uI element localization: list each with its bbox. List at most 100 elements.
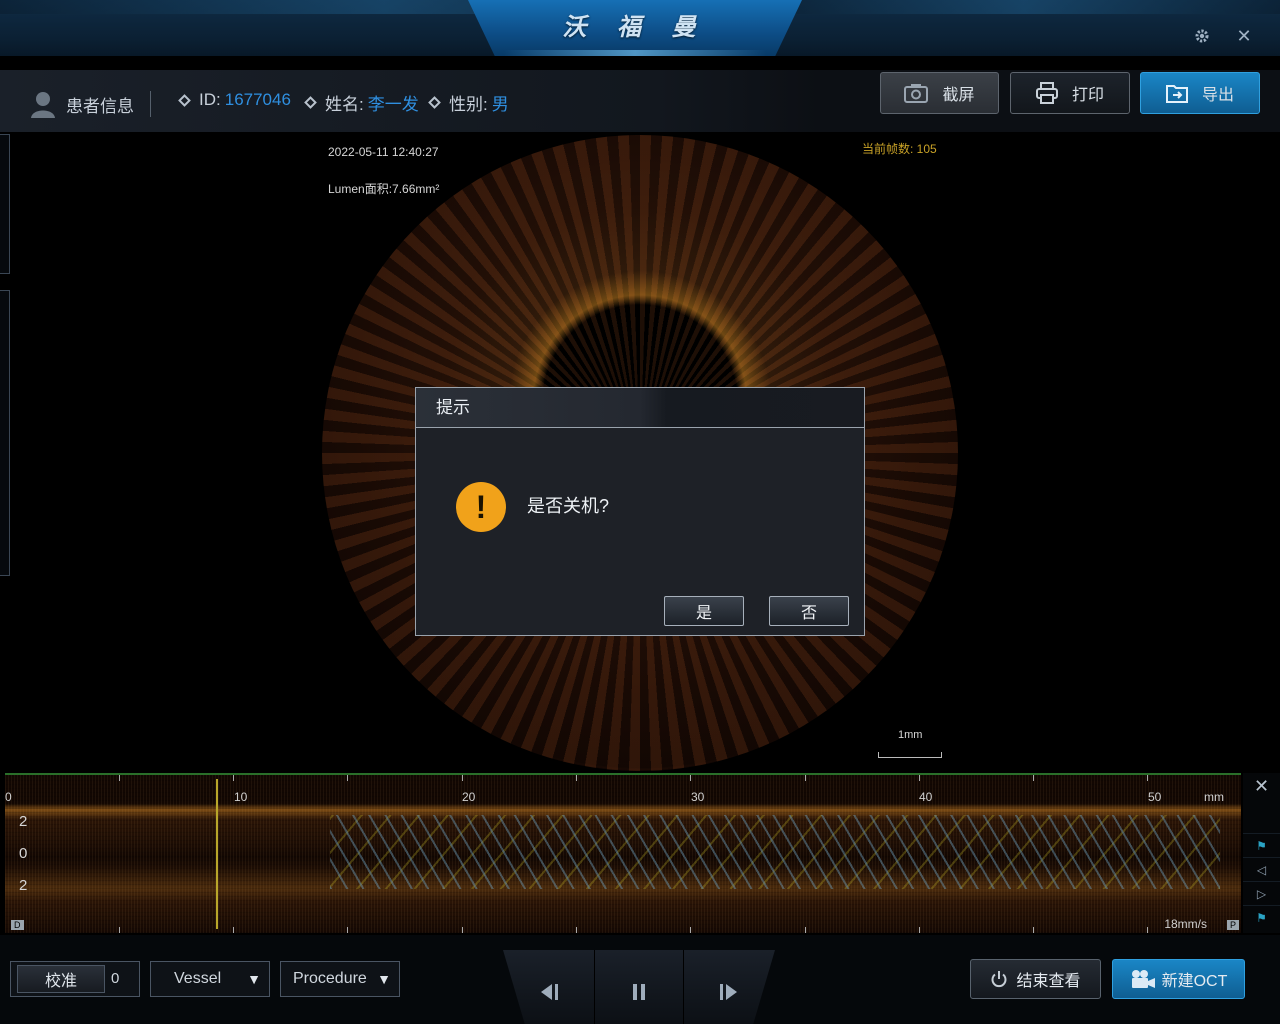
video-camera-icon [1131, 970, 1155, 988]
calibrate-value[interactable]: 0 [111, 970, 119, 987]
x-tick-label: 0 [5, 790, 12, 804]
x-tick-label: 30 [691, 790, 705, 804]
left-panel-tab[interactable] [0, 134, 10, 274]
longitudinal-side-toolbar: ✕ ⚑ ◁ ▷ ⚑ [1243, 773, 1280, 933]
user-icon [31, 92, 55, 118]
vessel-dropdown[interactable]: Vessel ▼ [150, 961, 270, 997]
power-icon [991, 971, 1007, 988]
x-tick [119, 775, 120, 781]
flag-remove-icon[interactable]: ⚑ [1243, 905, 1280, 929]
end-view-button[interactable]: 结束查看 [970, 959, 1101, 999]
divider [594, 950, 595, 1024]
pause-icon[interactable] [609, 968, 669, 1016]
x-tick [462, 775, 463, 781]
procedure-dropdown[interactable]: Procedure ▼ [280, 961, 400, 997]
yes-button[interactable]: 是 [664, 596, 744, 626]
y-tick-label: 2 [19, 877, 28, 894]
procedure-dropdown-label: Procedure [293, 970, 367, 987]
scale-bar [878, 752, 942, 758]
printer-icon [1035, 82, 1058, 104]
chevron-down-icon: ▼ [377, 971, 391, 987]
diamond-icon [428, 96, 441, 109]
patient-name: 姓名: 李一发 [304, 90, 419, 115]
patient-sex-value: 男 [491, 95, 509, 114]
x-tick [690, 775, 691, 781]
bottom-toolbar: 校准 0 Vessel ▼ Procedure ▼ 结束查看 新建OCT [0, 935, 1280, 1024]
dialog-title: 提示 [416, 388, 864, 428]
x-tick-bottom [1033, 927, 1034, 933]
x-tick-bottom [119, 927, 120, 933]
x-tick-label: 20 [462, 790, 476, 804]
patient-name-label: 姓名: [325, 95, 364, 114]
patient-name-value: 李一发 [367, 95, 419, 114]
camera-icon [904, 84, 929, 103]
close-icon[interactable]: ✕ [1243, 773, 1280, 799]
patient-id-label: ID: [199, 90, 221, 109]
patient-sex-label: 性别: [449, 95, 488, 114]
pullback-speed: 18mm/s [1164, 917, 1207, 931]
calibration-control: 校准 0 [10, 961, 140, 997]
divider [150, 91, 151, 117]
patient-header-label: 患者信息 [66, 96, 134, 116]
x-tick [805, 775, 806, 781]
new-oct-button[interactable]: 新建OCT [1112, 959, 1245, 999]
y-tick-label: 2 [19, 813, 28, 830]
shutdown-dialog: 提示 ! 是否关机? 是 否 [415, 387, 865, 636]
screenshot-button[interactable]: 截屏 [880, 72, 999, 114]
x-tick-bottom [462, 927, 463, 933]
close-icon[interactable]: ✕ [1232, 24, 1256, 48]
step-forward-icon[interactable]: ▷ [1243, 881, 1280, 905]
x-tick-label: 10 [234, 790, 248, 804]
previous-frame-icon[interactable] [519, 968, 579, 1016]
image-timestamp: 2022-05-11 12:40:27 [328, 145, 439, 159]
current-frame: 当前帧数: 105 [862, 142, 937, 156]
patient-id-value: 1677046 [224, 90, 291, 109]
step-back-icon[interactable]: ◁ [1243, 857, 1280, 881]
export-button[interactable]: 导出 [1140, 72, 1260, 114]
x-tick-bottom [233, 927, 234, 933]
longitudinal-view[interactable]: 0 10 20 30 40 50 mm 2 0 2 D 18mm/s P [5, 773, 1241, 933]
brand-glow [504, 50, 766, 56]
frame-cursor[interactable] [216, 779, 218, 929]
gear-icon[interactable] [1190, 24, 1214, 48]
print-button[interactable]: 打印 [1010, 72, 1130, 114]
x-tick-label: 40 [919, 790, 933, 804]
patient-header: 患者信息 [30, 90, 151, 118]
divider [683, 950, 684, 1024]
export-label: 导出 [1201, 87, 1234, 104]
playback-controls [503, 950, 775, 1024]
x-tick-bottom [1147, 927, 1148, 933]
x-tick [576, 775, 577, 781]
x-tick [919, 775, 920, 781]
new-oct-label: 新建OCT [1161, 973, 1228, 990]
warning-icon: ! [456, 482, 506, 532]
patient-id: ID: 1677046 [178, 90, 291, 110]
x-tick [1033, 775, 1034, 781]
segmentation-overlay [330, 815, 1220, 889]
y-tick-label: 0 [19, 845, 28, 862]
x-tick-bottom [347, 927, 348, 933]
next-frame-icon[interactable] [699, 968, 759, 1016]
distal-marker: D [11, 920, 24, 930]
proximal-marker: P [1226, 920, 1239, 930]
flag-icon[interactable]: ⚑ [1243, 833, 1280, 857]
diamond-icon [178, 93, 191, 107]
x-tick [347, 775, 348, 781]
x-tick-bottom [805, 927, 806, 933]
calibrate-button[interactable]: 校准 [17, 965, 105, 993]
left-panel-tab[interactable] [0, 290, 10, 576]
patient-sex: 性别: 男 [428, 90, 509, 115]
x-tick-label: 50 [1148, 790, 1162, 804]
no-button[interactable]: 否 [769, 596, 849, 626]
export-folder-icon [1165, 85, 1188, 103]
patient-info-bar: 患者信息 ID: 1677046 姓名: 李一发 性别: 男 截屏 打印 导出 [0, 70, 1280, 132]
dialog-message: 是否关机? [527, 496, 610, 516]
vessel-dropdown-label: Vessel [174, 970, 222, 987]
title-bar: 沃 福 曼 ✕ [0, 0, 1280, 56]
x-tick [1147, 775, 1148, 781]
scale-label: 1mm [898, 729, 923, 741]
print-label: 打印 [1071, 87, 1104, 104]
app-brand: 沃 福 曼 [468, 0, 802, 56]
lumen-area: Lumen面积:7.66mm² [328, 182, 440, 196]
